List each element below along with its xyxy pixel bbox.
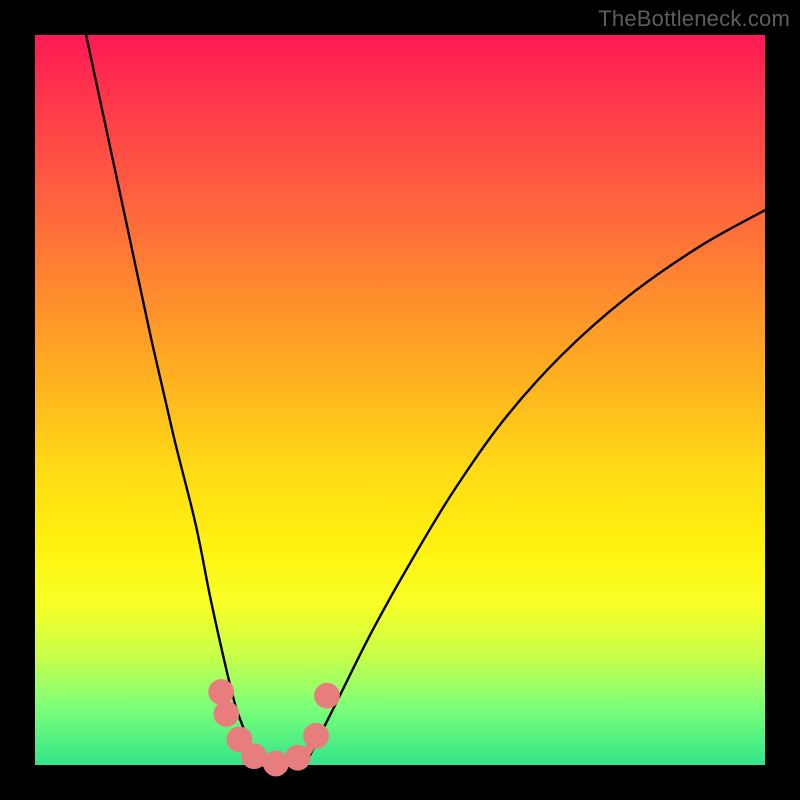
series-left-branch	[86, 35, 261, 765]
watermark-text: TheBottleneck.com	[598, 6, 790, 32]
marker-5	[285, 745, 311, 771]
marker-1	[213, 701, 239, 727]
marker-layer	[208, 679, 340, 776]
marker-7	[314, 683, 340, 709]
plot-area	[35, 35, 765, 765]
chart-frame: TheBottleneck.com	[0, 0, 800, 800]
chart-svg	[35, 35, 765, 765]
series-right-branch	[305, 210, 765, 765]
marker-0	[208, 679, 234, 705]
marker-3	[241, 743, 267, 769]
marker-6	[303, 723, 329, 749]
series-layer	[86, 35, 765, 765]
marker-4	[263, 751, 289, 777]
